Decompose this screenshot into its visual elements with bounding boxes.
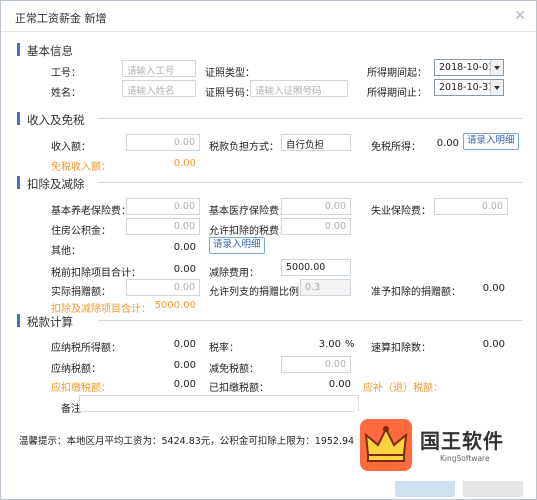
section-title: 收入及免税: [27, 113, 85, 127]
exempt-amount-label: 免税收入额：: [51, 162, 111, 173]
tax-paid-label: 已扣缴税额：: [209, 383, 269, 394]
section-marker: [17, 176, 20, 189]
tax-method-label: 税款负担方式：: [209, 142, 279, 153]
tax-relief-input[interactable]: 0.00: [281, 356, 351, 373]
medical-input[interactable]: 0.00: [281, 198, 351, 215]
income-input[interactable]: 0.00: [126, 134, 200, 151]
other-label: 其他：: [51, 246, 81, 257]
reduction-label: 减除费用：: [209, 268, 259, 279]
employee-id-input[interactable]: 请输入工号: [122, 60, 196, 77]
period-start-label: 所得期间起：: [367, 68, 427, 79]
pension-input[interactable]: 0.00: [126, 198, 200, 215]
section-title: 扣除及减除: [27, 177, 85, 191]
tax-rate-label: 税率：: [209, 343, 239, 354]
cert-no-label: 证照号码：: [205, 88, 255, 99]
donation-ratio-select[interactable]: 0.3: [300, 279, 351, 296]
housing-fund-label: 住房公积金：: [51, 226, 111, 237]
tax-payable-value: 0.00: [173, 360, 196, 371]
confirm-button[interactable]: [395, 479, 455, 497]
title-bar: 正常工资薪金 新增 ✕: [1, 1, 536, 32]
crown-icon: [364, 426, 408, 462]
taxable-income-value: 0.00: [173, 339, 196, 350]
allowed-tax-input[interactable]: 0.00: [281, 218, 351, 235]
period-start-value: 2018-10-01: [439, 62, 495, 73]
section-title: 基本信息: [27, 44, 73, 58]
pretax-total-value: 0.00: [173, 264, 196, 275]
watermark-name: 国王软件: [420, 429, 504, 453]
divider: [98, 182, 522, 183]
cancel-button[interactable]: [463, 479, 523, 497]
name-input[interactable]: 请输入姓名: [122, 80, 196, 97]
exempt-income-value: 0.00: [436, 138, 459, 149]
quick-deduction-value: 0.00: [482, 339, 505, 350]
reduction-input[interactable]: 5000.00: [281, 259, 351, 276]
cert-type-label: 证照类型：: [205, 68, 255, 79]
donation-label: 实际捐赠额：: [51, 287, 111, 298]
other-value: 0.00: [173, 242, 196, 253]
section-marker: [17, 314, 20, 327]
deduct-total-value: 5000.00: [154, 300, 196, 311]
divider: [98, 118, 522, 119]
chevron-down-icon[interactable]: [490, 80, 503, 95]
period-start-select[interactable]: 2018-10-01: [434, 59, 504, 76]
pension-label: 基本养老保险费：: [51, 206, 131, 217]
income-label: 收入额：: [51, 142, 91, 153]
cert-no-input[interactable]: 请输入证照号码: [250, 80, 348, 97]
dialog-title: 正常工资薪金 新增: [15, 12, 107, 25]
deduct-total-label: 扣除及减除项目合计：: [51, 304, 151, 315]
employee-id-label: 工号：: [51, 68, 81, 79]
tax-withhold-label: 应扣缴税额：: [51, 383, 111, 394]
quick-deduction-label: 速算扣除数：: [371, 343, 431, 354]
allowed-donation-value: 0.00: [482, 283, 505, 294]
tax-payable-label: 应纳税额：: [51, 364, 101, 375]
period-end-select[interactable]: 2018-10-31: [434, 79, 504, 96]
dialog: 正常工资薪金 新增 ✕ 基本信息 工号： 请输入工号 证照类型： 所得期间起： …: [0, 0, 537, 500]
allowed-donation-label: 准予扣除的捐赠额：: [371, 287, 461, 298]
period-end-label: 所得期间止：: [367, 88, 427, 99]
donation-input[interactable]: 0.00: [126, 279, 200, 296]
tax-rate-value: 3.00: [318, 339, 341, 350]
watermark: 国王软件 KingSoftware: [354, 411, 524, 481]
name-label: 姓名：: [51, 88, 81, 99]
deduct-detail-button[interactable]: 请录入明细: [209, 237, 265, 254]
section-marker: [17, 43, 20, 56]
medical-label: 基本医疗保险费：: [209, 206, 289, 217]
remark-input[interactable]: [79, 395, 359, 412]
close-icon[interactable]: ✕: [514, 8, 526, 24]
period-end-value: 2018-10-31: [439, 82, 495, 93]
tip-text: 温馨提示：本地区月平均工资为：5424.83元，公积金可扣除上限为：1952.9…: [19, 436, 364, 447]
allowed-tax-label: 允许扣除的税费：: [209, 226, 289, 237]
donation-ratio-label: 允许列支的捐赠比例：: [209, 287, 309, 298]
tax-method-select[interactable]: 自行负担: [281, 134, 351, 151]
taxable-income-label: 应纳税所得额：: [51, 343, 121, 354]
tax-refund-label: 应补（退）税额：: [363, 383, 443, 394]
tax-withhold-value: 0.00: [173, 379, 196, 390]
unemployment-label: 失业保险费：: [371, 206, 431, 217]
divider: [98, 320, 522, 321]
exempt-amount-value: 0.00: [173, 158, 196, 169]
tax-paid-value: 0.00: [328, 379, 351, 390]
tax-relief-label: 减免税额：: [209, 364, 259, 375]
watermark-sub: KingSoftware: [440, 454, 490, 463]
income-detail-button[interactable]: 请录入明细: [463, 133, 519, 150]
chevron-down-icon[interactable]: [490, 60, 503, 75]
tax-rate-unit: %: [345, 339, 355, 350]
pretax-total-label: 税前扣除项目合计：: [51, 268, 141, 279]
section-marker: [17, 112, 20, 125]
housing-fund-input[interactable]: 0.00: [126, 218, 200, 235]
unemployment-input[interactable]: 0.00: [434, 198, 508, 215]
exempt-income-label: 免税所得：: [371, 142, 421, 153]
section-title: 税款计算: [27, 315, 73, 329]
